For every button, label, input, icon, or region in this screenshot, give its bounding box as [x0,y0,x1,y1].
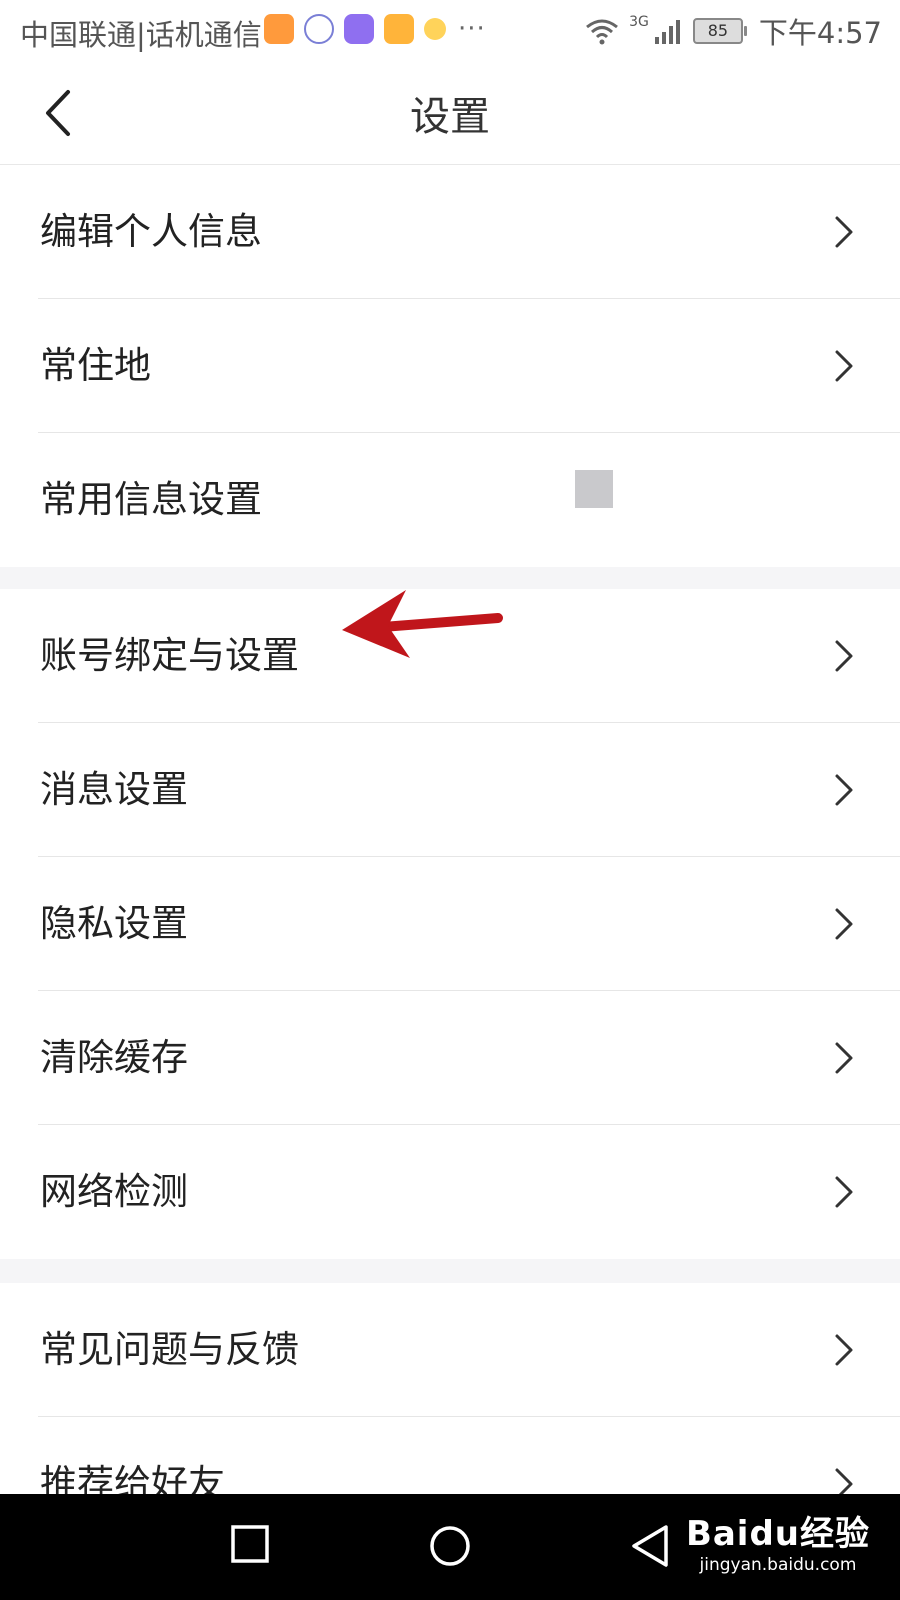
settings-item-residence[interactable]: 常住地 [0,299,900,433]
loading-placeholder [575,470,613,508]
navigation-bar: 设置 [0,62,900,165]
chevron-right-icon [835,1176,853,1208]
home-icon[interactable] [428,1524,472,1568]
back-nav-icon[interactable] [630,1524,670,1568]
settings-group-profile: 编辑个人信息 常住地 常用信息设置 [0,165,900,567]
settings-item-label: 网络检测 [40,1170,188,1213]
settings-item-clear-cache[interactable]: 清除缓存 [0,991,900,1125]
settings-item-messages[interactable]: 消息设置 [0,723,900,857]
settings-item-label: 常用信息设置 [40,478,262,521]
settings-item-label: 常住地 [40,344,151,387]
settings-item-common-info[interactable]: 常用信息设置 [0,433,900,567]
status-indicators: 3G 85 下午4:57 [585,10,882,52]
page-title: 设置 [410,94,490,140]
chevron-right-icon [835,774,853,806]
notification-icons: ··· [264,14,486,44]
chevron-right-icon [835,1042,853,1074]
system-navigation-bar: Baidu经验 jingyan.baidu.com [0,1494,900,1600]
battery-icon: 85 [692,18,747,44]
status-bar: 中国联通|话机通信 ··· 3G 85 下午4:57 [0,0,900,62]
chevron-right-icon [835,216,853,248]
signal-icon [654,20,680,44]
chevron-right-icon [835,908,853,940]
recent-apps-icon[interactable] [230,1524,270,1564]
settings-item-label: 账号绑定与设置 [40,634,299,677]
clock: 下午4:57 [758,16,882,50]
settings-item-edit-profile[interactable]: 编辑个人信息 [0,165,900,299]
settings-item-label: 清除缓存 [40,1036,188,1079]
chevron-right-icon [835,640,853,672]
network-type: 3G [629,14,649,30]
settings-group-account: 账号绑定与设置 消息设置 隐私设置 清除缓存 网络检测 [0,589,900,1259]
settings-item-label: 编辑个人信息 [40,210,262,253]
settings-item-label: 隐私设置 [40,902,188,945]
chevron-right-icon [835,350,853,382]
uc-browser-icon [264,14,294,44]
wifi-icon [586,19,619,45]
settings-item-network-check[interactable]: 网络检测 [0,1125,900,1259]
baidu-jingyan-watermark: Baidu经验 jingyan.baidu.com [686,1506,870,1575]
fruit-app-icon [424,18,446,40]
chevron-right-icon [835,1334,853,1366]
watermark-url: jingyan.baidu.com [699,1555,857,1575]
settings-item-label: 常见问题与反馈 [40,1328,299,1371]
watermark-brand: Baidu经验 [685,1514,870,1554]
gift-app-icon [384,14,414,44]
more-notifications-icon: ··· [458,14,486,44]
carrier-name: 中国联通|话机通信 [20,18,262,52]
settings-item-faq-feedback[interactable]: 常见问题与反馈 [0,1283,900,1417]
settings-item-privacy[interactable]: 隐私设置 [0,857,900,991]
music-app-icon [344,14,374,44]
app-notification-icon [304,14,334,44]
annotation-arrow [342,590,503,658]
settings-item-label: 消息设置 [40,768,188,811]
